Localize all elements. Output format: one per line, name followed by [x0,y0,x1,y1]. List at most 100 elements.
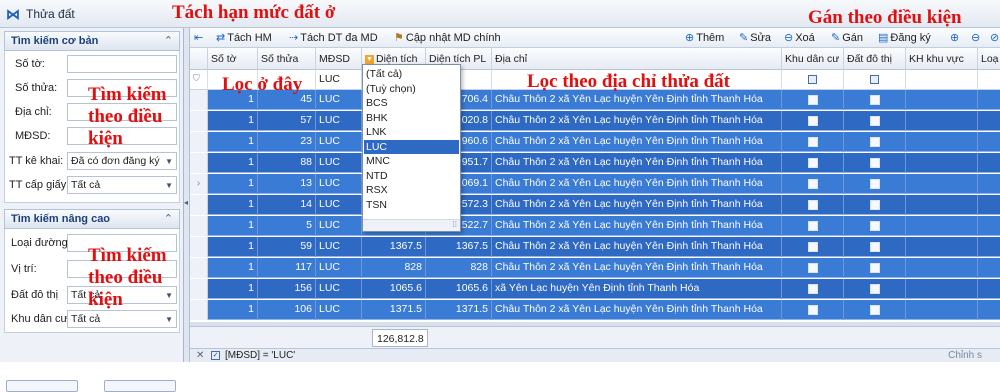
cell-empty[interactable] [906,195,978,215]
row-checkbox[interactable] [808,284,818,294]
cell-so-thua[interactable]: 14 [258,195,316,215]
row-indicator[interactable] [190,153,208,173]
cell-so-to[interactable]: 1 [208,237,258,257]
cell-empty[interactable] [906,216,978,236]
cell-mdsd[interactable]: LUC [316,258,362,278]
table-row[interactable]: 1 88 LUC 951.7 Châu Thôn 2 xã Yên Lạc huyện … [190,153,1000,173]
table-row[interactable]: 1 23 LUC 960.6 Châu Thôn 2 xã Yên Lạc huyện … [190,132,1000,152]
table-row[interactable]: 1 5 LUC 1522.7 Châu Thôn 2 xã Yên Lạc huyện … [190,216,1000,236]
cell-mdsd[interactable]: LUC [316,279,362,299]
row-indicator[interactable] [190,279,208,299]
dropdown-option[interactable]: RSX [364,183,459,197]
cell-dien-tich-pl[interactable]: 1371.5 [426,300,492,320]
col-so-thua[interactable]: Số thửa [258,48,316,70]
collapse-icon[interactable]: ⌃ [164,212,173,225]
cell-so-thua[interactable]: 88 [258,153,316,173]
cell-so-to[interactable]: 1 [208,153,258,173]
row-checkbox[interactable] [870,221,880,231]
cell-so-thua[interactable]: 13 [258,174,316,194]
row-indicator[interactable] [190,90,208,110]
cell-so-to[interactable]: 1 [208,132,258,152]
cell-empty[interactable] [906,90,978,110]
cell-so-thua[interactable]: 117 [258,258,316,278]
cell-mdsd[interactable]: LUC [316,174,362,194]
register-button[interactable]: ▤ Đăng ký [878,31,931,44]
dropdown-option[interactable]: (Tuỳ chọn) [364,82,459,96]
add-button[interactable]: ⊕ Thêm [685,31,724,44]
dropdown-option[interactable]: LNK [364,125,459,139]
reset-button[interactable] [104,380,176,392]
cell-dia-chi[interactable]: Châu Thôn 2 xã Yên Lạc huyện Yên Định tỉ… [492,258,782,278]
cell-empty[interactable] [906,132,978,152]
filter-dat-do-thi[interactable] [844,70,906,90]
cell-so-thua[interactable]: 57 [258,111,316,131]
cell-dia-chi[interactable]: Châu Thôn 2 xã Yên Lạc huyện Yên Định tỉ… [492,90,782,110]
back-icon[interactable]: ⇤ [194,31,205,44]
cell-so-thua[interactable]: 106 [258,300,316,320]
cell-empty[interactable] [906,279,978,299]
cell-empty[interactable] [906,237,978,257]
dropdown-option[interactable]: LUC [364,139,459,154]
cell-empty[interactable] [978,153,1000,173]
cell-so-thua[interactable]: 5 [258,216,316,236]
row-checkbox[interactable] [808,116,818,126]
tt-ke-khai-select[interactable]: Đã có đơn đăng ký ▼ [67,152,177,170]
table-row[interactable]: 1 45 LUC 706.4 Châu Thôn 2 xã Yên Lạc huyện … [190,90,1000,110]
cell-so-to[interactable]: 1 [208,111,258,131]
row-checkbox[interactable] [808,263,818,273]
cell-mdsd[interactable]: LUC [316,300,362,320]
split-limit-button[interactable]: ⇄ Tách HM [216,31,272,44]
cell-empty[interactable] [978,237,1000,257]
row-checkbox[interactable] [870,137,880,147]
row-indicator[interactable] [190,195,208,215]
row-checkbox[interactable] [808,158,818,168]
row-checkbox[interactable] [870,263,880,273]
row-checkbox[interactable] [808,242,818,252]
table-row[interactable]: 1 59 LUC 1367.5 1367.5 Châu Thôn 2 xã Yên Lạc… [190,237,1000,257]
cell-mdsd[interactable]: LUC [316,111,362,131]
table-row[interactable]: 1 156 LUC 1065.6 1065.6 xã Yên Lạc huyện Yên … [190,279,1000,299]
row-indicator[interactable] [190,237,208,257]
cell-dia-chi[interactable]: Châu Thôn 2 xã Yên Lạc huyện Yên Định tỉ… [492,195,782,215]
row-checkbox[interactable] [870,242,880,252]
cell-empty[interactable] [978,216,1000,236]
split-area-button[interactable]: ⇢ Tách DT đa MD [289,31,378,44]
collapse-icon[interactable]: ⌃ [164,34,173,47]
cell-mdsd[interactable]: LUC [316,216,362,236]
resize-grip-icon[interactable]: ⁞⁞ [453,220,457,229]
filter-khu-dan-cu[interactable] [782,70,844,90]
filter-mdsd[interactable]: LUC [316,70,362,90]
cell-dia-chi[interactable]: xã Yên Lạc huyện Yên Định tỉnh Thanh Hóa [492,279,782,299]
row-checkbox[interactable] [870,179,880,189]
filter-icon[interactable]: ▼ [365,54,374,64]
cell-so-to[interactable]: 1 [208,216,258,236]
cell-so-to[interactable]: 1 [208,300,258,320]
row-checkbox[interactable] [808,179,818,189]
row-checkbox[interactable] [808,95,818,105]
row-indicator[interactable] [190,258,208,278]
row-indicator[interactable] [190,216,208,236]
search-button[interactable] [6,380,78,392]
cell-empty[interactable] [906,111,978,131]
row-checkbox[interactable] [808,305,818,315]
cell-empty[interactable] [906,174,978,194]
cell-mdsd[interactable]: LUC [316,132,362,152]
row-indicator[interactable]: › [190,174,208,194]
collapse-left-icon[interactable]: ◂ [184,198,188,207]
row-checkbox[interactable] [870,158,880,168]
tt-cap-giay-select[interactable]: Tất cả ▼ [67,176,177,194]
col-so-to[interactable]: Số tờ [208,48,258,70]
cell-dien-tich[interactable]: 1371.5 [362,300,426,320]
active-filter-text[interactable]: [MĐSD] = 'LUC' [225,350,295,361]
dropdown-option[interactable]: TSN [364,198,459,212]
row-indicator[interactable] [190,132,208,152]
zoom-in-icon[interactable]: ⊕ [950,31,961,44]
cell-dien-tich[interactable]: 1367.5 [362,237,426,257]
cell-so-to[interactable]: 1 [208,258,258,278]
assign-button[interactable]: ✎ Gán [831,31,863,44]
cell-dien-tich-pl[interactable]: 1065.6 [426,279,492,299]
dropdown-option[interactable]: NTD [364,169,459,183]
cell-empty[interactable] [978,174,1000,194]
cell-so-to[interactable]: 1 [208,279,258,299]
row-checkbox[interactable] [870,95,880,105]
